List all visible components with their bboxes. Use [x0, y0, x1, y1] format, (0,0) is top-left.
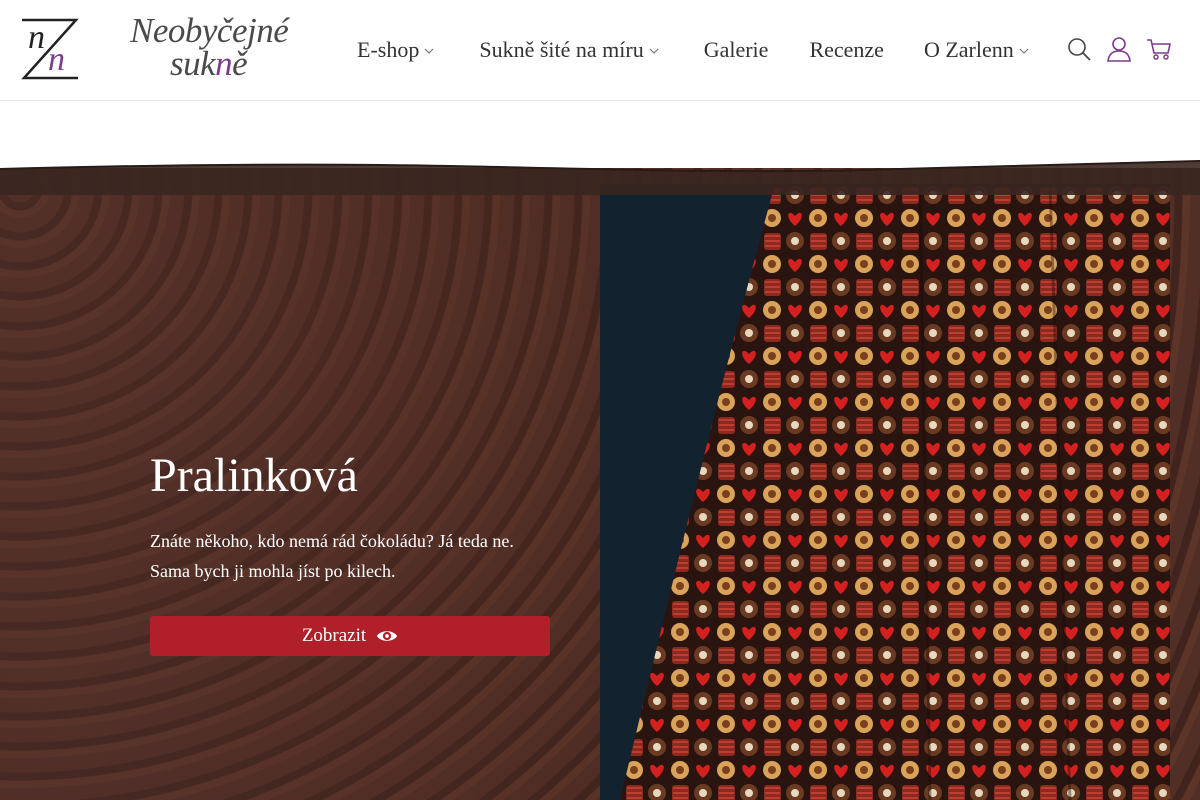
hero-wave-edge — [0, 160, 1200, 195]
nav-sukne-label: Sukně šité na míru — [479, 37, 644, 62]
chevron-down-icon — [424, 48, 434, 54]
logo-line2: sukně — [170, 44, 248, 83]
nav-galerie-label: Galerie — [703, 37, 769, 62]
main-nav: E-shop Sukně šité na míru Galerie Recenz… — [357, 0, 1030, 100]
nav-o-zarlenn[interactable]: O Zarlenn — [924, 37, 1030, 63]
hero-description: Znáte někoho, kdo nemá rád čokoládu? Já … — [150, 526, 590, 586]
logo-wordmark[interactable]: Neobyčejné sukně — [130, 11, 289, 88]
header-icons — [1052, 36, 1172, 62]
svg-text:n: n — [28, 19, 45, 56]
eye-icon — [377, 631, 398, 641]
hero-desc-line2: Sama bych ji mohla jíst po kilech. — [150, 561, 396, 581]
svg-text:n: n — [48, 41, 65, 78]
user-icon[interactable] — [1106, 36, 1132, 62]
nav-recenze-label: Recenze — [809, 37, 884, 62]
hero-content: Pralinková Znáte někoho, kdo nemá rád čo… — [150, 448, 590, 656]
hero-desc-line1: Znáte někoho, kdo nemá rád čokoládu? Já … — [150, 531, 514, 551]
cart-icon[interactable] — [1146, 36, 1172, 62]
search-icon[interactable] — [1066, 36, 1092, 62]
show-button-label: Zobrazit — [301, 625, 367, 646]
nav-galerie[interactable]: Galerie — [704, 37, 769, 63]
show-product-button[interactable]: Zobrazit — [150, 616, 550, 656]
chevron-down-icon — [649, 48, 659, 54]
chevron-down-icon — [1019, 48, 1029, 54]
nav-eshop[interactable]: E-shop — [357, 37, 435, 63]
hero-title: Pralinková — [150, 449, 358, 502]
nav-eshop-label: E-shop — [357, 37, 420, 62]
site-header: n n Neobyčejné sukně E-shop Sukně šité n… — [0, 0, 1200, 101]
praline-skirt-image — [600, 184, 1170, 800]
logo-line1: Neobyčejné — [130, 11, 289, 50]
nav-zarlenn-label: O Zarlenn — [923, 37, 1014, 62]
product-image[interactable] — [600, 184, 1170, 800]
nav-sukne-na-miru[interactable]: Sukně šité na míru — [479, 37, 659, 63]
hero-banner: Pralinková Znáte někoho, kdo nemá rád čo… — [0, 168, 1200, 800]
nav-recenze[interactable]: Recenze — [809, 37, 884, 63]
logo-monogram[interactable]: n n — [14, 12, 86, 86]
